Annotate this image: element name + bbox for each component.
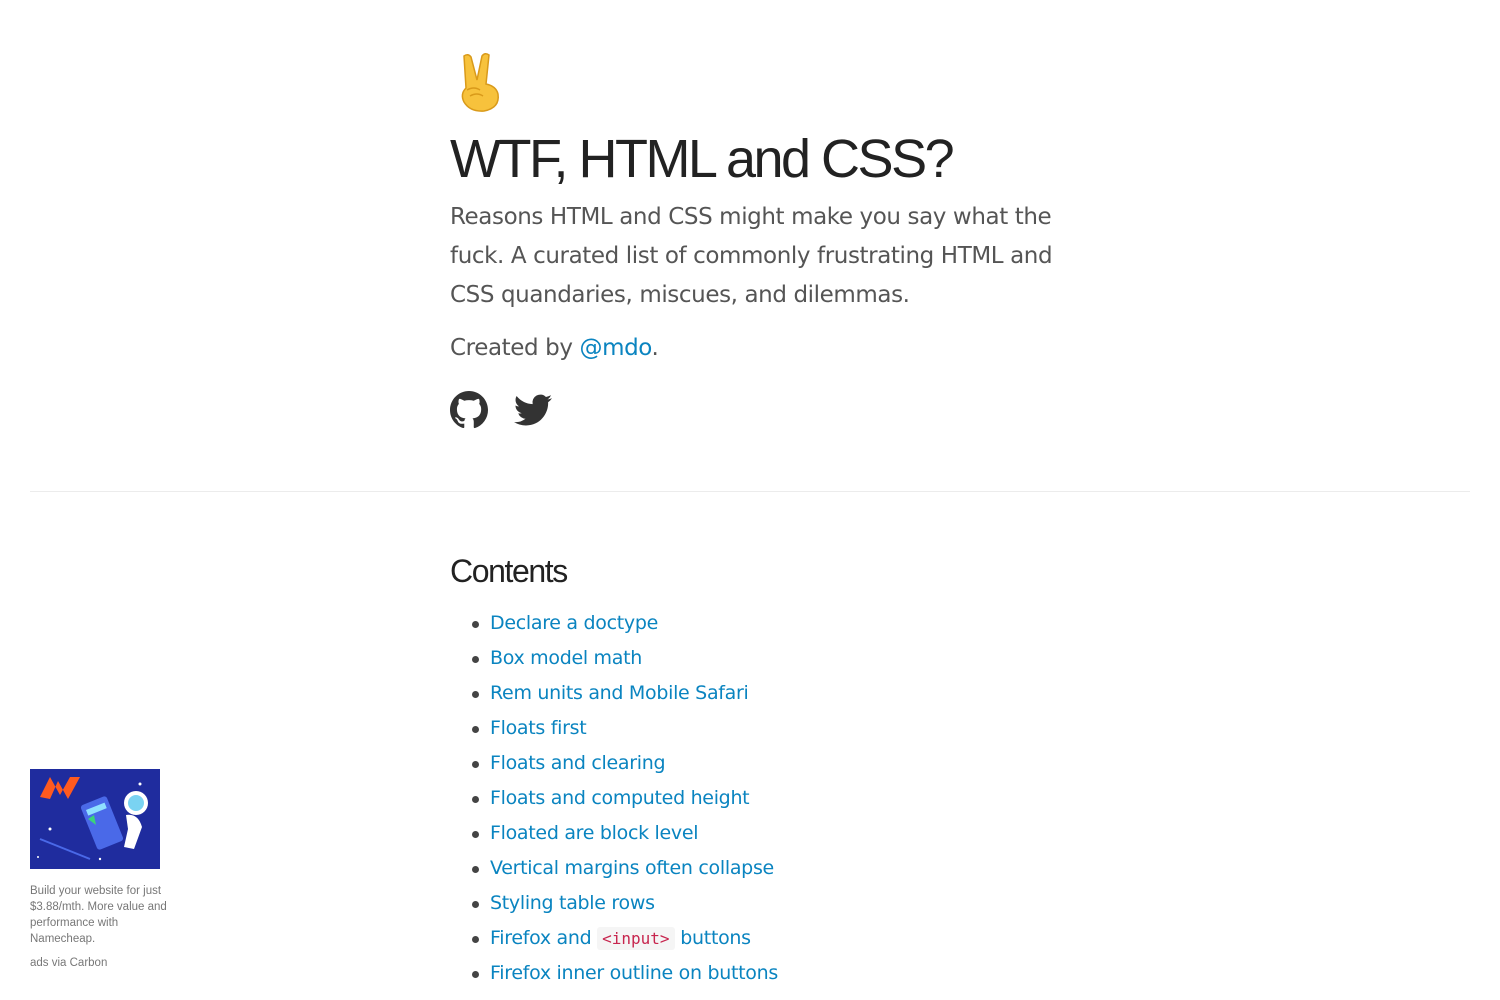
toc-link[interactable]: Firefox inner outline on buttons [490, 962, 778, 984]
list-item: Rem units and Mobile Safari [450, 676, 1070, 711]
toc-link[interactable]: Styling table rows [490, 892, 655, 914]
page-header: WTF, HTML and CSS? Reasons HTML and CSS … [450, 50, 1070, 429]
list-item: Floated are block level [450, 816, 1070, 851]
page-title: WTF, HTML and CSS? [450, 129, 955, 189]
bullet [472, 936, 479, 943]
contents-section: Contents Declare a doctype Box model mat… [450, 550, 1070, 991]
bullet [472, 831, 479, 838]
ad-text[interactable]: Build your website for just $3.88/mth. M… [30, 883, 175, 947]
toc-link[interactable]: Vertical margins often collapse [490, 857, 774, 879]
list-item: Box model math [450, 641, 1070, 676]
toc-link[interactable]: Rem units and Mobile Safari [490, 682, 749, 704]
twitter-icon[interactable] [514, 391, 552, 429]
list-item: Declare a doctype [450, 606, 1070, 641]
bullet [472, 761, 479, 768]
list-item: Firefox and <input> buttons [450, 921, 1070, 956]
namecheap-ad-image[interactable] [30, 769, 160, 869]
bullet [472, 796, 479, 803]
github-icon[interactable] [450, 391, 488, 429]
ad-via[interactable]: ads via Carbon [30, 957, 175, 969]
author-link[interactable]: @mdo [579, 335, 651, 361]
contents-list: Declare a doctype Box model math Rem uni… [450, 606, 1070, 991]
toc-link[interactable]: Firefox and <input> buttons [490, 927, 751, 950]
toc-link[interactable]: Floats first [490, 717, 587, 739]
toc-link[interactable]: Box model math [490, 647, 642, 669]
social-links [450, 391, 1070, 429]
bullet [472, 971, 479, 978]
bullet [472, 901, 479, 908]
byline: Created by @mdo. [450, 335, 1070, 361]
toc-link[interactable]: Floats and clearing [490, 752, 666, 774]
toc-link[interactable]: Floats and computed height [490, 787, 750, 809]
toc-link[interactable]: Declare a doctype [490, 612, 658, 634]
byline-suffix: . [651, 335, 659, 361]
list-item: Floats first [450, 711, 1070, 746]
list-item: Vertical margins often collapse [450, 851, 1070, 886]
byline-prefix: Created by [450, 335, 580, 361]
bullet [472, 621, 479, 628]
bullet [472, 656, 479, 663]
toc-link-text: buttons [674, 927, 751, 949]
carbon-ad: Build your website for just $3.88/mth. M… [30, 769, 175, 969]
list-item: Firefox inner outline on buttons [450, 956, 1070, 991]
list-item: Floats and computed height [450, 781, 1070, 816]
contents-heading: Contents [450, 553, 568, 589]
inline-code: <input> [597, 927, 675, 950]
toc-link[interactable]: Floated are block level [490, 822, 699, 844]
bullet [472, 866, 479, 873]
toc-link-text: Firefox and [490, 927, 598, 949]
page-lead: Reasons HTML and CSS might make you say … [450, 204, 1053, 308]
victory-hand-icon [450, 50, 1070, 114]
bullet [472, 726, 479, 733]
list-item: Styling table rows [450, 886, 1070, 921]
bullet [472, 691, 479, 698]
section-divider [30, 491, 1470, 492]
list-item: Floats and clearing [450, 746, 1070, 781]
